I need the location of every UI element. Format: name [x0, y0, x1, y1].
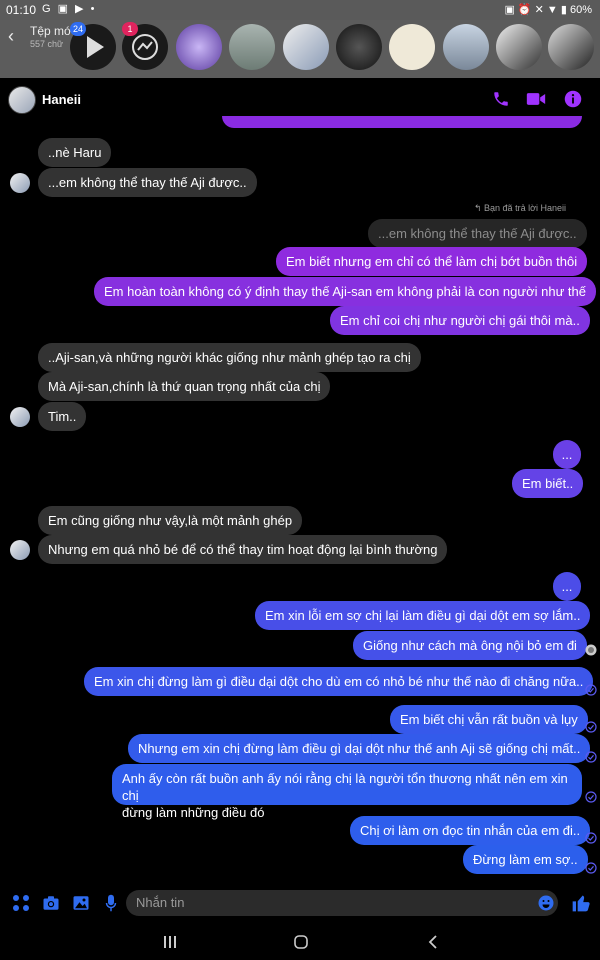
microphone-icon[interactable] — [104, 894, 118, 912]
replied-label: ↰ Bạn đã trả lời Haneii — [474, 203, 566, 213]
background-title: Tệp mớ — [30, 24, 72, 38]
sent-check-icon — [585, 721, 597, 733]
back-nav-icon[interactable] — [428, 935, 438, 949]
info-icon[interactable] — [564, 90, 582, 108]
message-bubble-incoming[interactable]: ..Aji-san,và những người khác giống như … — [38, 343, 421, 372]
status-icons: ▣ ⏰ ✕ ▼ ▮ — [504, 4, 570, 16]
message-bubble-incoming[interactable]: ...em không thể thay thế Aji được.. — [38, 168, 257, 197]
background-subtitle: 557 chữ — [30, 39, 64, 49]
chat-head-avatar[interactable] — [176, 24, 222, 70]
sent-check-icon — [585, 684, 597, 696]
message-input[interactable]: Nhắn tin — [126, 890, 558, 916]
notification-badge: 24 — [70, 22, 86, 36]
sent-check-icon — [585, 751, 597, 763]
contact-name[interactable]: Haneii — [42, 92, 81, 107]
status-time: 01:10 — [6, 3, 37, 17]
message-bubble-outgoing[interactable]: Em xin chị đừng làm gì điều dại dột cho … — [84, 667, 594, 696]
message-bubble-incoming[interactable]: Nhưng em quá nhỏ bé để có thể thay tim h… — [38, 535, 448, 564]
chat-header: Haneii — [0, 78, 600, 120]
message-bubble-outgoing[interactable]: Anh ấy còn rất buồn anh ấy nói rằng chị … — [112, 764, 582, 820]
seen-avatar-icon — [585, 644, 597, 656]
chat-head-avatar[interactable] — [336, 24, 382, 70]
message-bubble-outgoing[interactable]: Em biết nhưng em chỉ có thể làm chị bớt … — [276, 247, 588, 276]
status-bar: 01:10 G ▣ ▶ • ▣ ⏰ ✕ ▼ ▮ 60% — [0, 0, 600, 20]
sent-check-icon — [585, 791, 597, 803]
home-icon[interactable] — [294, 935, 308, 949]
message-bubble-outgoing[interactable]: Em xin lỗi em sợ chị lại làm điều gì dại… — [255, 601, 591, 630]
message-composer: Nhắn tin — [0, 884, 600, 924]
notification-badge: 1 — [122, 22, 138, 36]
system-nav-bar — [0, 924, 600, 960]
message-bubble-outgoing[interactable]: ... — [553, 440, 581, 469]
message-bubble-outgoing[interactable]: Em hoàn toàn không có ý định thay thế Aj… — [94, 277, 596, 306]
chat-head-avatar[interactable] — [548, 24, 594, 70]
chat-head-avatar[interactable] — [229, 24, 275, 70]
status-notification-icons: G ▣ ▶ • — [42, 3, 97, 15]
quoted-reply-bubble[interactable]: ...em không thể thay thế Aji được.. — [368, 219, 587, 248]
gallery-icon[interactable] — [72, 894, 90, 912]
sent-check-icon — [585, 862, 597, 874]
contact-avatar-small — [10, 407, 30, 427]
message-bubble-outgoing[interactable]: Nhưng em xin chị đừng làm điều gì dại dộ… — [128, 734, 591, 763]
recent-apps-icon[interactable] — [163, 936, 177, 948]
contact-avatar[interactable] — [8, 86, 36, 114]
message-bubble-outgoing[interactable]: Em biết.. — [512, 469, 584, 498]
message-bubble-outgoing[interactable]: Đừng làm em sợ.. — [463, 845, 588, 874]
battery-percent: 60% — [569, 4, 592, 16]
chat-head-avatar[interactable] — [496, 24, 542, 70]
camera-icon[interactable] — [42, 894, 60, 912]
chat-head-avatar[interactable] — [443, 24, 489, 70]
back-icon[interactable]: ‹ — [8, 26, 14, 47]
message-bubble-outgoing[interactable]: Em biết chị vẫn rất buồn và lụy — [390, 705, 588, 734]
message-bubble-outgoing[interactable]: Chị ơi làm ơn đọc tin nhắn của em đi.. — [350, 816, 591, 845]
chat-heads-bar: ‹ Tệp mớ 557 chữ 24 1 — [0, 20, 600, 78]
message-bubble-incoming[interactable]: Em cũng giống như vậy,là một mảnh ghép — [38, 506, 303, 535]
message-bubble-partial[interactable] — [222, 116, 582, 128]
chat-head-avatar[interactable] — [389, 24, 435, 70]
sent-check-icon — [585, 832, 597, 844]
chat-panel: Haneii ..nè Haru ...em không thể thay th… — [0, 78, 600, 924]
menu-grid-icon[interactable] — [12, 894, 30, 912]
phone-icon[interactable] — [492, 90, 510, 108]
contact-avatar-small — [10, 173, 30, 193]
message-bubble-outgoing[interactable]: Giống như cách mà ông nội bỏ em đi — [353, 631, 587, 660]
thumbs-up-icon[interactable] — [571, 893, 591, 913]
message-input-placeholder: Nhắn tin — [136, 895, 185, 910]
message-bubble-outgoing[interactable]: Em chỉ coi chị như người chị gái thôi mà… — [330, 306, 590, 335]
contact-avatar-small — [10, 540, 30, 560]
emoji-icon[interactable] — [538, 895, 554, 911]
video-call-icon[interactable] — [526, 90, 546, 108]
message-bubble-incoming[interactable]: Mà Aji-san,chính là thứ quan trọng nhất … — [38, 372, 331, 401]
status-right-area: ▣ ⏰ ✕ ▼ ▮ 60% — [504, 3, 592, 16]
message-bubble-incoming[interactable]: Tim.. — [38, 402, 87, 431]
message-bubble-incoming[interactable]: ..nè Haru — [38, 138, 112, 167]
chat-head-avatar[interactable] — [283, 24, 329, 70]
message-bubble-outgoing[interactable]: ... — [553, 572, 581, 601]
